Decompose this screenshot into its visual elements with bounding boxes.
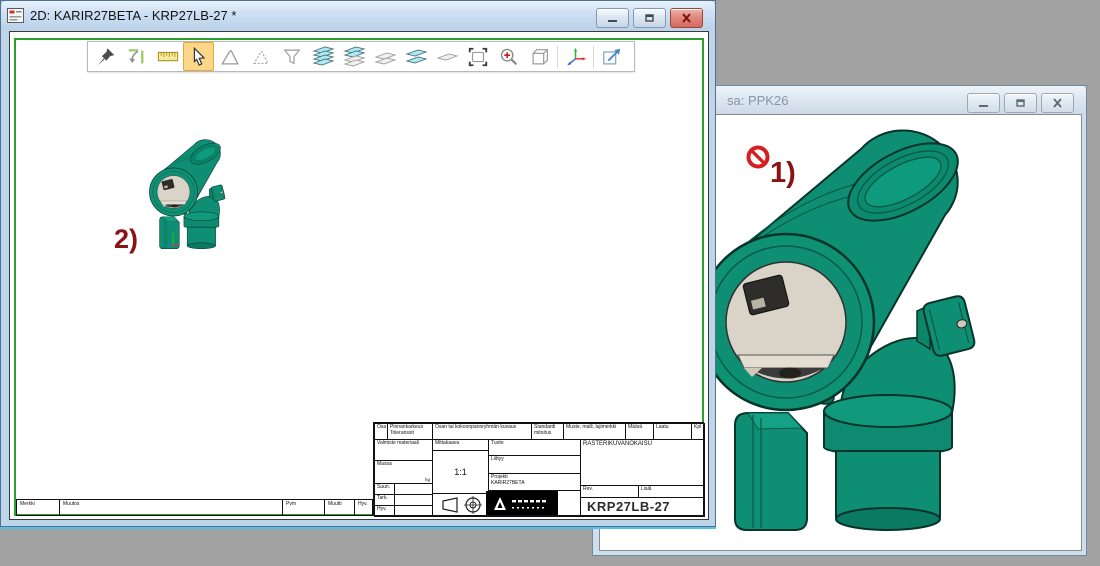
revision-strip: Merkki Muutos Pvm Muutti Hyv. <box>16 499 373 516</box>
drawing-canvas[interactable]: 2) Osa Pinnankarkeus Toleranssit Osan ta… <box>9 31 709 520</box>
close-button[interactable] <box>1041 93 1074 113</box>
zoom-in-icon[interactable] <box>493 42 524 71</box>
box-icon[interactable] <box>524 42 555 71</box>
close-icon <box>681 13 692 23</box>
minimize-icon <box>978 99 990 108</box>
triangle-icon[interactable] <box>214 42 245 71</box>
titleblock-cell-standardi: Standardi mitoitus <box>531 423 564 440</box>
prohibition-icon <box>746 145 770 169</box>
axes-marker-icon <box>166 230 180 248</box>
titleblock-cell-kuvaus: Osan tai kokoonpanoryhmän kuvaus <box>432 423 532 440</box>
titleblock-drawing-number: KRP27LB-27 <box>580 497 705 517</box>
restore-button[interactable] <box>1004 93 1037 113</box>
revision-cell-hyv: Hyv. <box>354 499 373 516</box>
titleblock-cell-maara: Määrä <box>625 423 654 440</box>
annotation-label-2: 2) <box>114 226 138 253</box>
app-icon <box>7 8 24 23</box>
layers-two-cyan-icon[interactable] <box>400 42 431 71</box>
titleblock-cell-pinta: Pinnankarkeus Toleranssit <box>387 423 433 440</box>
new-view-arrow-icon[interactable] <box>596 42 627 71</box>
main-window[interactable]: 2D: KARIR27BETA - KRP27LB-27 * 2) <box>0 0 716 527</box>
annotation-label-1: 1) <box>770 159 796 188</box>
toolbar-separator <box>593 46 594 68</box>
titleblock-cell-projekti: Projekti KARIR27BETA <box>488 473 581 491</box>
titleblock-cell-kpl: Kpl <box>691 423 705 440</box>
minimize-button[interactable] <box>967 93 1000 113</box>
titleblock-cell-osa: Osa <box>374 423 388 440</box>
pin-icon[interactable] <box>90 42 121 71</box>
toolbar-separator <box>557 46 558 68</box>
drawing-toolbar <box>87 41 635 72</box>
titleblock-cell-hyv-value <box>394 505 433 517</box>
minimize-icon <box>607 14 619 23</box>
titleblock-cell-laatu: Laatu <box>653 423 692 440</box>
axes-icon[interactable] <box>560 42 591 71</box>
main-window-titlebar[interactable]: 2D: KARIR27BETA - KRP27LB-27 * <box>1 1 715 30</box>
layer-single-gray-icon[interactable] <box>431 42 462 71</box>
revision-cell-merkki: Merkki <box>16 499 60 516</box>
secondary-window-title: sa: PPK26 <box>727 93 788 108</box>
projection-symbol-icon <box>440 496 484 514</box>
fit-pan-icon[interactable] <box>121 42 152 71</box>
zoom-extents-icon[interactable] <box>462 42 493 71</box>
titleblock-cell-massa: Massa kg <box>374 460 433 484</box>
titleblock-cell-muste: Muste, malli, lajimerkki <box>563 423 626 440</box>
layers-stack-cyan-icon[interactable] <box>307 42 338 71</box>
titleblock-cell-hyv: Hyv. <box>374 505 395 517</box>
desktop: sa: PPK26 1) <box>0 0 1100 566</box>
restore-icon <box>644 13 655 23</box>
pipe-fitting-model-small[interactable] <box>126 137 238 254</box>
revision-cell-muutos: Muutos <box>59 499 283 516</box>
filter-icon[interactable] <box>276 42 307 71</box>
titleblock: Osa Pinnankarkeus Toleranssit Osan tai k… <box>373 422 704 516</box>
close-icon <box>1052 98 1063 108</box>
layers-flat-gray-icon[interactable] <box>369 42 400 71</box>
main-window-title: 2D: KARIR27BETA - KRP27LB-27 * <box>30 8 236 23</box>
layers-stack-mixed-icon[interactable] <box>338 42 369 71</box>
select-cursor-icon[interactable] <box>183 42 214 71</box>
titleblock-cell-scale: 1:1 <box>432 450 489 494</box>
minimize-button[interactable] <box>596 8 629 28</box>
company-logo <box>486 491 558 515</box>
dashed-triangle-icon[interactable] <box>245 42 276 71</box>
titleblock-cell-description: RASTERIKUVANOKAISU <box>580 439 705 486</box>
restore-button[interactable] <box>633 8 666 28</box>
titleblock-cell-liittyy: Liittyy <box>488 455 581 474</box>
close-button[interactable] <box>670 8 703 28</box>
titleblock-cell-valmiste: Valmiste materiaali <box>374 439 433 461</box>
revision-cell-pvm: Pvm <box>282 499 325 516</box>
revision-cell-muutti: Muutti <box>324 499 355 516</box>
ruler-icon[interactable] <box>152 42 183 71</box>
restore-icon <box>1015 98 1026 108</box>
titleblock-cell-tuote: Tuote <box>488 439 581 456</box>
